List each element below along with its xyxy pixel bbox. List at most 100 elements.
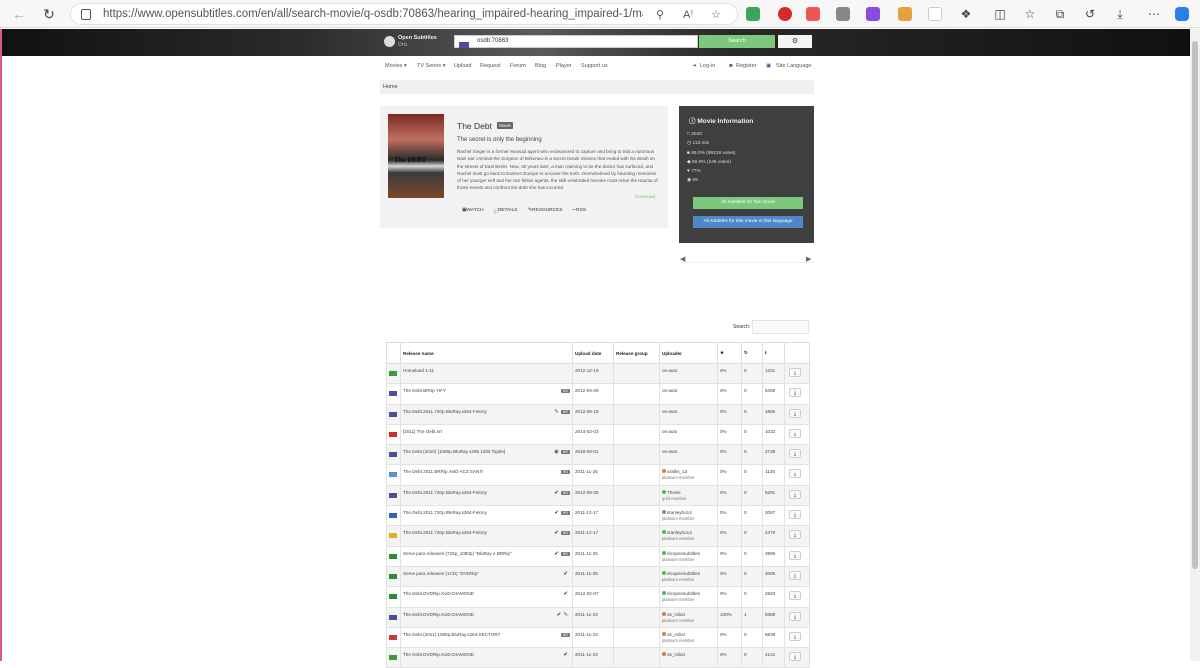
col-votes-icon[interactable]: ↻ [741,342,763,364]
release-name[interactable]: [2011] The Debt.srt [403,429,442,434]
favorites-icon[interactable]: ☆ [1022,6,1038,22]
record-extension-icon[interactable] [928,7,942,21]
uploader-cell[interactable]: os-auto [659,383,718,405]
table-row[interactable]: ✔ The.Debt.DVDRip.XviD-DIAMOND 2012-02-07 e… [386,586,810,608]
release-name[interactable]: The.Debt.2011.720p.BluRay.x264-Felony [403,510,487,515]
release-name[interactable]: The.Debt.2011.720p.BluRay.x264-Felony [403,530,487,535]
table-search-input[interactable] [752,320,809,334]
release-name-cell[interactable]: HD The Debt 2011 BRRip XviD AC3 SANTi [400,464,573,486]
uploader-name[interactable]: Thesis [667,490,681,495]
uploader-cell[interactable]: elcopensubtitles platinum member [659,586,718,608]
url-text[interactable]: https://www.opensubtitles.com/en/all/sea… [103,8,643,20]
download-button[interactable]: ⤓ [789,652,801,662]
uploader-name[interactable]: elcopensubtitles [667,571,700,576]
nav-tv-series[interactable]: TV Series ▾ [417,63,445,69]
download-button[interactable]: ⤓ [789,550,801,560]
release-name-cell[interactable]: [2011] The Debt.srt [400,423,573,446]
release-name-cell[interactable]: ✎ ✔ The.Debt.DVDRip.XviD-DIAMOND [400,606,573,628]
release-name[interactable]: Homeland 1-11 [403,368,434,373]
download-button[interactable]: ⤓ [789,510,801,520]
uploader-name[interactable]: os-auto [662,388,677,393]
all-subtitles-button[interactable]: All subtitles for this movie [693,197,803,209]
download-button[interactable]: ⤓ [789,388,801,398]
table-row[interactable]: HD ✎ The.Debt.2011.720p.BluRay.x264-Felony… [386,403,810,425]
download-button[interactable]: ⤓ [789,530,801,540]
table-row[interactable]: ✔ Serve para releases (1CD) "DVDRip" 2011-… [386,565,810,588]
uploader-name[interactable]: os-auto [662,449,677,454]
uploader-cell[interactable]: elcopensubtitles platinum member [659,545,718,567]
uploader-cell[interactable]: Thesis gold member [659,484,718,507]
table-row[interactable]: ✎ ✔ The.Debt.DVDRip.XviD-DIAMOND 2011-11-23… [386,606,810,628]
site-language-link[interactable]: Site Language [776,63,811,69]
settings-gear-icon[interactable]: ⚙ [778,35,812,48]
uploader-name[interactable]: os-auto [662,429,677,434]
release-name[interactable]: The.Debt.2011.720p.BluRay.x264-Felony [403,490,487,495]
logo-text[interactable]: Open Subtitles [398,35,437,41]
table-row[interactable]: HD ✔ The.Debt.2011.720p.BluRay.x264-Felony… [386,525,810,547]
uploader-cell[interactable]: stanleyho14 platinum member [659,525,718,547]
search-button[interactable]: Search [699,35,775,48]
table-row[interactable]: HD The Debt (2011) 1080p.BluRay.x264-SECT… [386,626,810,649]
uploader-name[interactable]: stanleyho14 [667,510,692,515]
uploader-cell[interactable]: stanleyho14 platinum member [659,505,718,527]
release-name-cell[interactable]: ✔ Serve para releases (1CD) "DVDRip" [400,565,573,588]
download-button[interactable]: ⤓ [789,368,801,377]
download-button[interactable]: ⤓ [789,591,801,601]
page-scrollbar[interactable] [1190,29,1200,661]
history-icon[interactable]: ↺ [1082,6,1098,22]
uploader-cell[interactable]: os_robot platinum member [659,606,718,628]
release-name-cell[interactable]: HD ◉ The Debt (2010) [1080p BluRay x265 10… [400,444,573,466]
release-name[interactable]: The Debt 2011 BRRip XviD AC3 SANTi [403,469,483,474]
col-downloads-icon[interactable]: ⭳ [762,342,785,364]
uploader-name[interactable]: stanleyho14 [667,530,692,535]
split-screen-icon[interactable]: ◫ [992,6,1008,22]
details-tab[interactable]: ⓘ DETAILS [493,208,517,215]
col-rating-star-icon[interactable]: ★ [717,342,742,364]
download-link[interactable]: Download [635,194,655,199]
uploader-name[interactable]: os_robot [667,632,685,637]
resources-tab[interactable]: ✎ RESOURCES [528,208,562,213]
register-link[interactable]: Register [736,63,756,69]
logo-icon[interactable] [384,36,395,47]
search-value[interactable]: osdb:70863 [477,38,508,44]
uploader-cell[interactable]: os-auto [659,444,718,466]
uploader-cell[interactable]: os_robot [659,647,718,668]
carousel-prev-icon[interactable]: ◀ [680,255,685,263]
uploader-cell[interactable]: os-auto [659,423,718,446]
favorite-star-icon[interactable]: ☆ [711,8,721,21]
menu-more-icon[interactable]: ⋯ [1146,6,1162,22]
release-name[interactable]: The Debt BRrip YIFY [403,388,446,393]
download-button[interactable]: ⤓ [789,428,801,438]
release-name-cell[interactable]: ✔ The.Debt.DVDRip.XviD-DIAMOND [400,586,573,608]
download-button[interactable]: ⤓ [789,469,801,479]
watch-tab[interactable]: ▣ WATCH [462,208,484,213]
release-name[interactable]: Serve para releases (720p_1080p) "BluRay… [403,551,512,556]
login-link[interactable]: Log-in [700,63,715,69]
read-aloud-icon[interactable]: A⁾ [683,8,693,21]
download-button[interactable]: ⤓ [789,449,801,459]
table-row[interactable]: HD ✔ The.Debt.2011.720p.BluRay.x264-Felony… [386,484,810,507]
table-row[interactable]: [2011] The Debt.srt 2014-02-03 os-auto 0% 0 1… [386,423,810,446]
extensions-icon[interactable]: ❖ [958,6,974,22]
uploader-cell[interactable]: vasilis_13 platinum member [659,464,718,486]
site-language-flag-icon[interactable]: ▣ [766,63,771,69]
nav-forum[interactable]: Forum [510,63,526,69]
table-row[interactable]: HD ✔ Serve para releases (720p_1080p) "Blu… [386,545,810,567]
release-name-cell[interactable]: HD ✔ The.Debt.2011.720p.BluRay.x264-Felony [400,484,573,507]
uploader-cell[interactable]: os-auto [659,362,718,385]
download-button[interactable]: ⤓ [789,408,801,418]
uploader-name[interactable]: os-auto [662,409,677,414]
all-subtitles-language-button[interactable]: All subtitles for this movie in this lan… [693,216,803,228]
register-icon[interactable]: ☻ [728,63,734,69]
rss-tab[interactable]: ∼ RSS [572,208,586,213]
opera-extension-icon[interactable] [778,7,792,21]
release-name[interactable]: The Debt DVDRip.XviD-DIAMOND [403,652,474,657]
table-row[interactable]: HD The Debt 2011 BRRip XviD AC3 SANTi 2011… [386,464,810,486]
release-name-cell[interactable]: HD The Debt BRrip YIFY [400,383,573,405]
back-icon[interactable]: ← [10,5,28,23]
nav-player[interactable]: Player [556,63,572,69]
abp-extension-icon[interactable] [806,7,820,21]
shield-extension-icon[interactable] [746,7,760,21]
uploader-name[interactable]: os_robot [667,612,685,617]
scrollbar-thumb[interactable] [1192,41,1198,569]
